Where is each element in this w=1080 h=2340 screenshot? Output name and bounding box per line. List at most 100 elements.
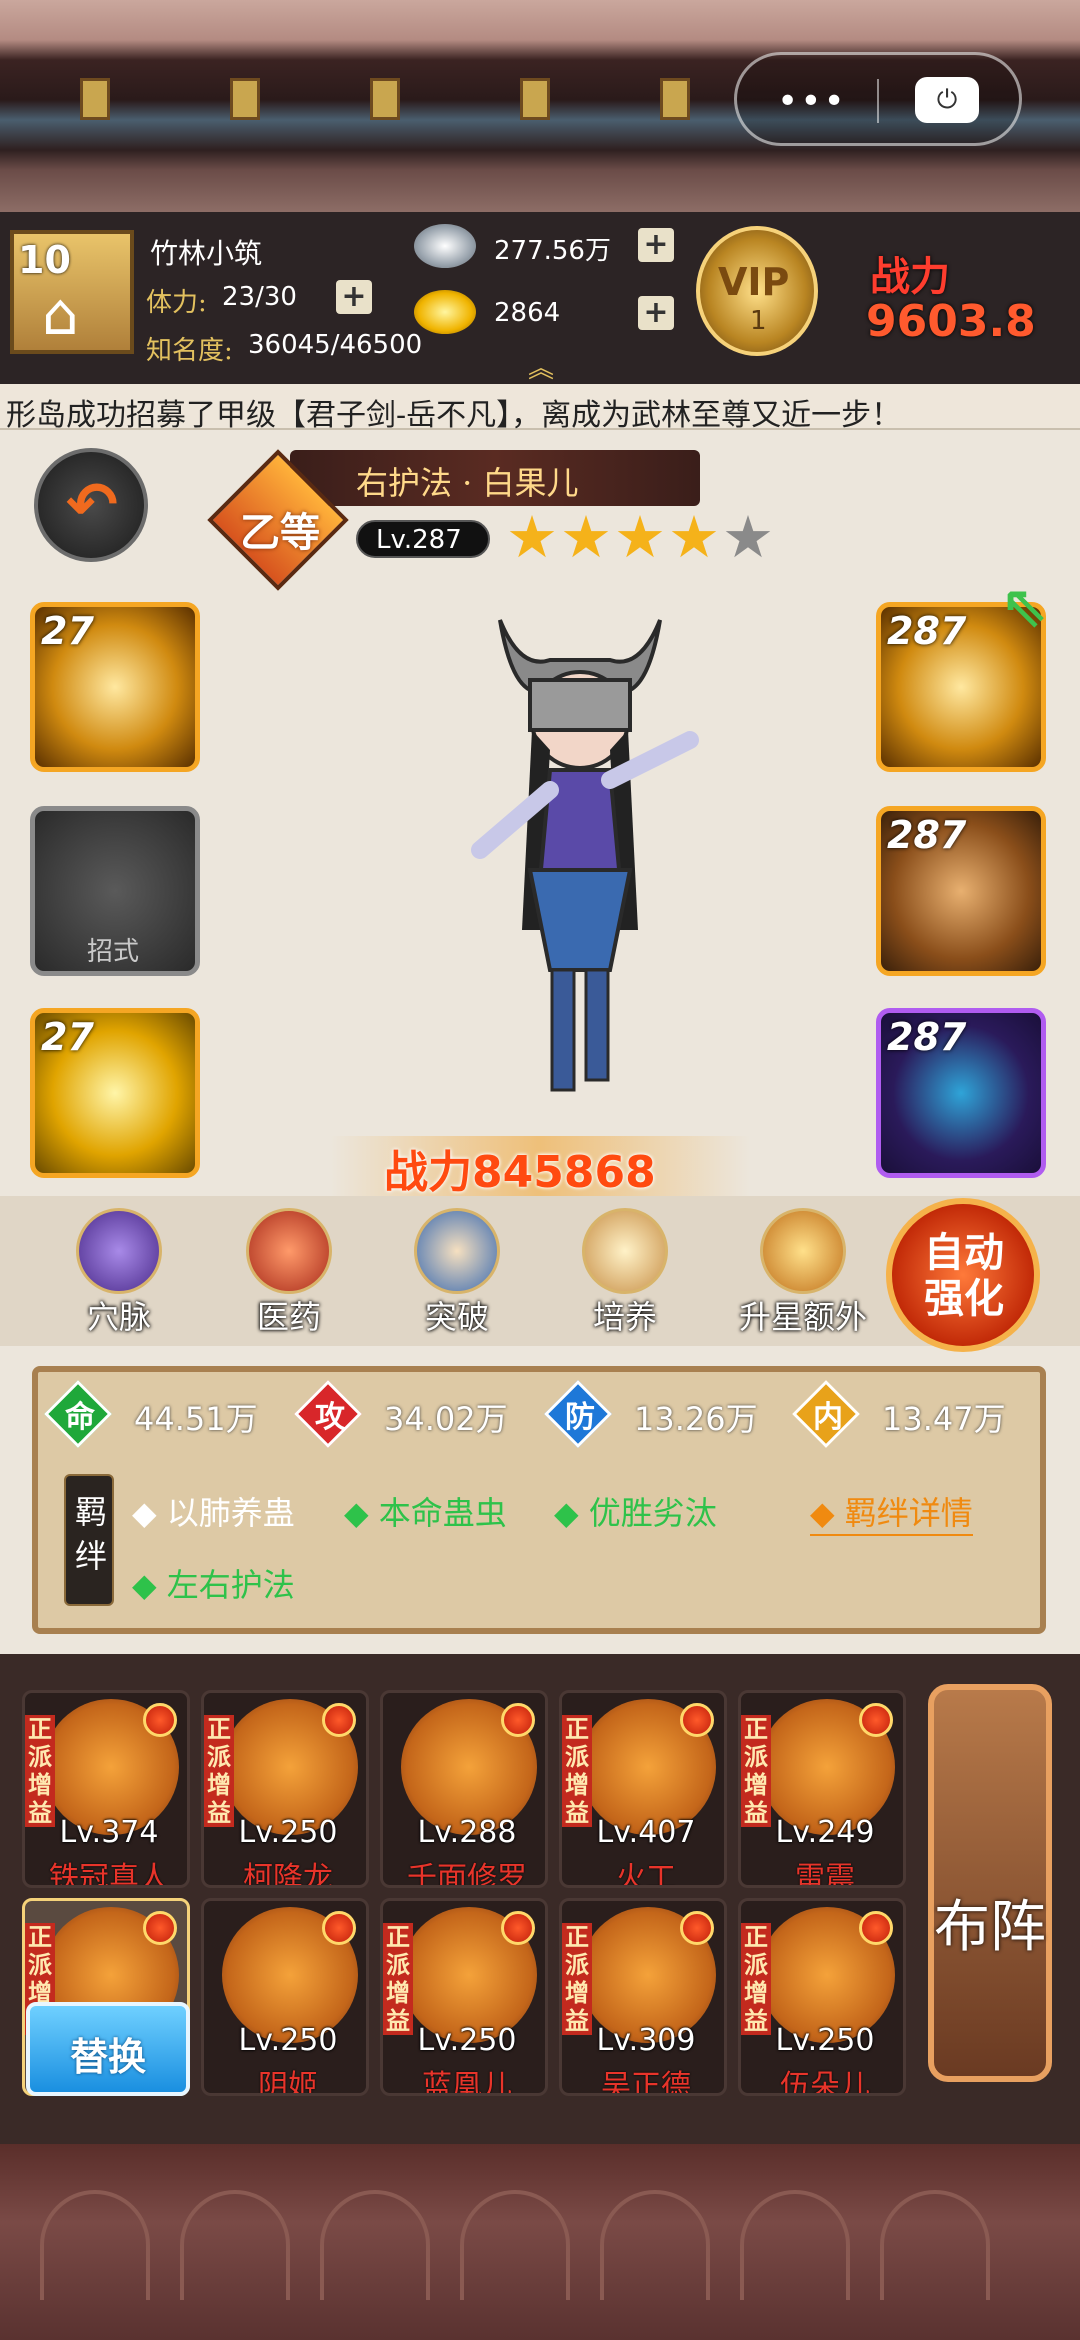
roster-name: 铁冠真人: [49, 1861, 169, 1888]
arch-decor: [320, 2190, 430, 2300]
roster-level: Lv.288: [417, 1815, 517, 1850]
faction-dot-icon: [322, 1911, 356, 1945]
announcement-marquee: 形岛成功招募了甲级【君子剑-岳不凡】，离成为武林至尊又近一步！: [0, 384, 1080, 433]
skill-slot-locked[interactable]: 招式: [30, 806, 200, 976]
chevron-up-icon[interactable]: ︽: [528, 348, 554, 385]
attr-key: 防: [565, 1400, 595, 1435]
roster-name: 阴姬: [258, 2069, 318, 2096]
faction-dot-icon: [322, 1703, 356, 1737]
arch-decor: [740, 2190, 850, 2300]
roster-card[interactable]: Lv.250 阴姬: [201, 1898, 369, 2096]
gamepad-icon[interactable]: ⏻: [915, 77, 979, 123]
bond-detail-link[interactable]: ◆ 羁绊详情: [810, 1488, 973, 1536]
back-button[interactable]: ↶: [34, 448, 148, 562]
faction-buff-tag: 正派增益: [741, 1715, 771, 1827]
faction-dot-icon: [680, 1911, 714, 1945]
faction-buff-tag: 正派增益: [25, 1715, 55, 1827]
equip-slot-jade[interactable]: 287: [876, 1008, 1046, 1178]
hero-character[interactable]: [460, 600, 700, 1120]
silver-amount: 277.56万: [494, 236, 611, 266]
skill-slot-1[interactable]: 27: [30, 602, 200, 772]
star-filled-icon: ★: [668, 503, 720, 571]
gold-amount: 2864: [494, 298, 561, 328]
function-label: 医药: [256, 1298, 321, 1336]
roster-level: Lv.309: [596, 2023, 696, 2058]
equip-level: 287: [887, 1015, 967, 1059]
function-label: 培养: [592, 1298, 657, 1336]
function-breakthrough-button[interactable]: 突破: [392, 1208, 522, 1338]
roster-name: 柯降龙: [243, 1861, 333, 1888]
medicine-icon: [246, 1208, 332, 1294]
roster-level: Lv.250: [417, 2023, 517, 2058]
faction-dot-icon: [501, 1703, 535, 1737]
vip-label: VIP: [718, 260, 790, 304]
star-up-icon: [760, 1208, 846, 1294]
roster-card[interactable]: Lv.288 千面修罗: [380, 1690, 548, 1888]
roster-card[interactable]: 正派增益 Lv.250 伍朵儿: [738, 1898, 906, 2096]
bond-item[interactable]: ◆ 本命蛊虫: [344, 1488, 507, 1534]
roster-card[interactable]: 正派增益 Lv.309 吴正德: [559, 1898, 727, 2096]
roster-card[interactable]: 正派增益 Lv.249 雷震: [738, 1690, 906, 1888]
bond-label: 以肺养蛊: [166, 1494, 295, 1532]
function-star-up-button[interactable]: 升星额外: [728, 1208, 878, 1338]
arch-decor: [180, 2190, 290, 2300]
bond-item[interactable]: ◆ 以肺养蛊: [132, 1488, 295, 1534]
arch-decor: [460, 2190, 570, 2300]
attr-value: 13.26万: [634, 1400, 758, 1438]
bond-label: 优胜劣汰: [588, 1494, 717, 1532]
bond-tag: 羁绊: [64, 1474, 114, 1606]
lantern-decor: [370, 78, 400, 120]
star-filled-icon: ★: [560, 503, 612, 571]
deploy-label: 布阵: [934, 1895, 1046, 1960]
function-label: 升星额外: [738, 1298, 867, 1336]
breakthrough-icon: [414, 1208, 500, 1294]
vip-badge[interactable]: VIP 1: [696, 226, 818, 356]
swap-button[interactable]: 替换: [26, 2002, 190, 2096]
equip-slot-mount[interactable]: 287: [876, 806, 1046, 976]
bond-item[interactable]: ◆ 左右护法: [132, 1560, 295, 1606]
skill-slot-3[interactable]: 27: [30, 1008, 200, 1178]
swap-label: 替换: [69, 2035, 146, 2079]
bond-detail-label: 羁绊详情: [844, 1494, 973, 1532]
miniapp-capsule[interactable]: ••• ⏻: [734, 52, 1022, 146]
bond-item[interactable]: ◆ 优胜劣汰: [554, 1488, 717, 1534]
function-cultivate-button[interactable]: 培养: [560, 1208, 690, 1338]
back-arrow-icon: ↶: [66, 468, 118, 541]
add-silver-button[interactable]: +: [638, 228, 674, 262]
roster-level: Lv.250: [238, 2023, 338, 2058]
lantern-decor: [230, 78, 260, 120]
roster-name: 吴正德: [601, 2069, 691, 2096]
faction-buff-tag: 正派增益: [562, 1715, 592, 1827]
house-icon: ⌂: [42, 280, 79, 348]
function-medicine-button[interactable]: 医药: [224, 1208, 354, 1338]
function-meridian-button[interactable]: 穴脉: [54, 1208, 184, 1338]
bond-label: 左右护法: [166, 1566, 295, 1604]
player-name: 竹林小筑: [150, 237, 263, 270]
roster-card[interactable]: 正派增益 Lv.250 柯降龙: [201, 1690, 369, 1888]
stamina-value: 23/30: [222, 282, 297, 312]
roster-name: 伍朵儿: [780, 2069, 870, 2096]
roster-level: Lv.250: [775, 2023, 875, 2058]
player-level: 10: [18, 238, 71, 282]
roster-card[interactable]: 正派增益 Lv.407 火工: [559, 1690, 727, 1888]
gold-ingot-icon: [414, 290, 476, 334]
hero-level-pill: Lv.287: [356, 520, 490, 558]
arch-decor: [880, 2190, 990, 2300]
roster-level: Lv.250: [238, 1815, 338, 1850]
faction-dot-icon: [859, 1703, 893, 1737]
add-gold-button[interactable]: +: [638, 296, 674, 330]
player-avatar[interactable]: 10 ⌂: [10, 230, 134, 354]
add-stamina-button[interactable]: +: [336, 280, 372, 314]
lantern-decor: [660, 78, 690, 120]
auto-enhance-button[interactable]: 自动强化: [886, 1198, 1040, 1352]
deploy-button[interactable]: 布阵: [928, 1684, 1052, 2082]
roster-card[interactable]: 正派增益 Lv.374 铁冠真人: [22, 1690, 190, 1888]
skill-level: 27: [41, 609, 94, 653]
more-icon[interactable]: •••: [777, 81, 847, 122]
meridian-icon: [76, 1208, 162, 1294]
faction-dot-icon: [143, 1703, 177, 1737]
roster-level: Lv.407: [596, 1815, 696, 1850]
attr-value: 44.51万: [134, 1400, 258, 1438]
equip-level: 287: [887, 609, 967, 653]
roster-card[interactable]: 正派增益 Lv.250 蓝凰儿: [380, 1898, 548, 2096]
